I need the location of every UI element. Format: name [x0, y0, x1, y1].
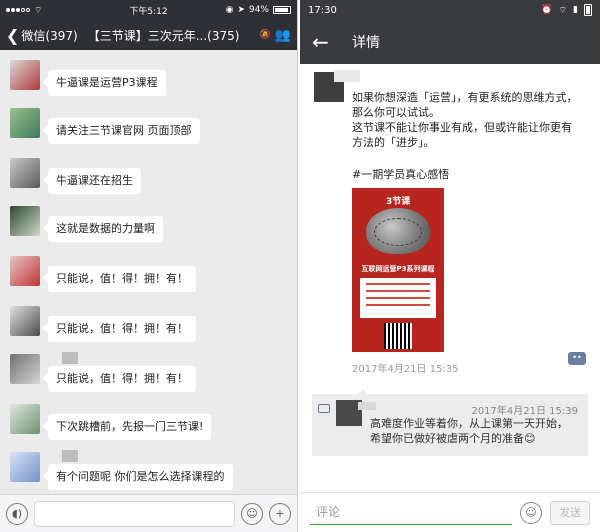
wifi-icon: ⌔: [558, 5, 568, 16]
group-info-icon[interactable]: 👥: [275, 28, 291, 43]
chat-input-bar: ◖) ☺ +: [0, 494, 297, 532]
avatar[interactable]: [10, 256, 40, 286]
comment-section: 2017年4月21日 15:39 高难度作业等着你，从上课第一天开始， 希望你已…: [312, 389, 588, 456]
wechat-chat-screen: ⌔ 下午5:12 ◉ ➤ 94% ❮ 微信(397) 【三节课】三次元年...(…: [0, 0, 298, 532]
post-line: 这节课不能让你事业有成，但或许能让你更有: [352, 121, 572, 134]
battery-icon: [584, 4, 592, 16]
message-row: 这就是数据的力量啊: [0, 204, 297, 248]
message-bubble[interactable]: 下次跳槽前，先报一门三节课!: [42, 414, 212, 440]
brain-illustration: [366, 208, 430, 254]
plus-icon[interactable]: +: [269, 502, 291, 525]
avatar[interactable]: [336, 400, 376, 426]
back-arrow-icon[interactable]: ←: [312, 30, 336, 54]
alarm-icon: ⏰: [541, 5, 553, 15]
message-bubble[interactable]: 只能说，值！得！拥！有！: [43, 266, 196, 292]
avatar[interactable]: [10, 206, 40, 236]
post-line: 那么你可以试试。: [352, 106, 440, 119]
battery-icon: [273, 6, 291, 14]
avatar[interactable]: [10, 60, 40, 90]
emoji-icon[interactable]: ☺: [520, 501, 542, 524]
signal-icon: ▮: [573, 5, 578, 15]
mute-icon: 🔕: [259, 30, 271, 40]
comment-text[interactable]: 高难度作业等着你，从上课第一天开始， 希望你已做好被虐两个月的准备😊: [370, 416, 580, 446]
message-row: 只能说，值！得！拥！有！: [0, 254, 297, 298]
message-row: 有个问题呢 你们是怎么选择课程的: [0, 450, 297, 494]
post-line: 方法的「进步」。: [352, 136, 435, 149]
message-bubble[interactable]: 只能说，值！得！拥！有！: [43, 316, 196, 342]
comment-time: 2017年4月21日 15:39: [471, 406, 578, 417]
avatar[interactable]: [10, 354, 40, 384]
message-row: 只能说，值！得！拥！有！: [0, 352, 297, 396]
post-image[interactable]: 3节课 互联网运营P3系列课程: [352, 188, 444, 352]
avatar[interactable]: [10, 306, 40, 336]
send-button[interactable]: 发送: [550, 500, 590, 525]
message-row: 下次跳槽前，先报一门三节课!: [0, 402, 297, 446]
message-bubble[interactable]: 只能说，值！得！拥！有！: [43, 366, 196, 392]
post-hashtag[interactable]: #一期学员真心感悟: [352, 166, 449, 182]
message-bubble[interactable]: 牛逼课是运营P3课程: [43, 70, 166, 96]
status-bar: 17:30 ⏰ ⌔ ▮: [300, 0, 600, 20]
chat-title: 【三节课】三次元年...(375): [87, 28, 240, 43]
moment-detail-screen: 17:30 ⏰ ⌔ ▮ ← 详情 如果你想深造「运营」，有更系统的思维方式， 那…: [300, 0, 600, 532]
message-row: 请关注三节课官网 页面顶部: [0, 106, 297, 150]
emoji-icon[interactable]: ☺: [241, 502, 263, 525]
comment-line: 希望你已做好被虐两个月的准备😊: [370, 432, 536, 445]
message-input[interactable]: [34, 500, 235, 527]
image-title: 互联网运营P3系列课程: [361, 265, 435, 273]
comment-menu-icon[interactable]: ••: [568, 352, 586, 365]
back-button[interactable]: 微信(397): [21, 27, 77, 44]
image-card: [360, 278, 436, 318]
comment-icon: [318, 404, 330, 413]
comment-input-bar: 评论 ☺ 发送: [300, 492, 600, 532]
post-text: 如果你想深造「运营」，有更系统的思维方式， 那么你可以试试。 这节课不能让你事业…: [352, 90, 588, 150]
sender-name: [62, 450, 78, 462]
status-bar: ⌔ 下午5:12 ◉ ➤ 94%: [0, 0, 297, 20]
back-chevron-icon[interactable]: ❮: [6, 26, 19, 45]
avatar[interactable]: [10, 452, 40, 482]
comment-line: 高难度作业等着你，从上课第一天开始，: [370, 417, 568, 430]
chat-header: ❮ 微信(397) 【三节课】三次元年...(375) 🔕 👥: [0, 20, 297, 50]
image-logo: 3节课: [386, 197, 411, 207]
message-row: 只能说，值！得！拥！有！: [0, 304, 297, 348]
post-date: 2017年4月21日 15:35: [352, 364, 459, 375]
message-row: 牛逼课是运营P3课程: [0, 58, 297, 102]
message-bubble[interactable]: 牛逼课还在招生: [43, 168, 141, 194]
message-row: 牛逼课还在招生: [0, 156, 297, 200]
status-time: 下午5:12: [129, 6, 168, 17]
avatar[interactable]: [10, 404, 40, 434]
post-content[interactable]: 如果你想深造「运营」，有更系统的思维方式， 那么你可以试试。 这节课不能让你事业…: [300, 64, 600, 492]
sender-name: [62, 352, 78, 364]
page-title: 详情: [352, 35, 380, 51]
post-line: 如果你想深造「运营」，有更系统的思维方式，: [352, 91, 578, 104]
avatar[interactable]: [314, 70, 360, 102]
message-list[interactable]: 牛逼课是运营P3课程 请关注三节课官网 页面顶部 牛逼课还在招生 这就是数据的力…: [0, 50, 297, 494]
message-bubble[interactable]: 这就是数据的力量啊: [43, 216, 163, 242]
avatar[interactable]: [10, 108, 40, 138]
voice-icon[interactable]: ◖): [6, 502, 28, 525]
avatar[interactable]: [10, 158, 40, 188]
message-bubble[interactable]: 有个问题呢 你们是怎么选择课程的: [43, 464, 233, 490]
comment-input[interactable]: 评论: [310, 501, 512, 525]
detail-header: ← 详情: [300, 20, 600, 64]
message-bubble[interactable]: 请关注三节课官网 页面顶部: [43, 118, 200, 144]
qr-code: [384, 323, 412, 349]
status-time: 17:30: [308, 4, 337, 16]
